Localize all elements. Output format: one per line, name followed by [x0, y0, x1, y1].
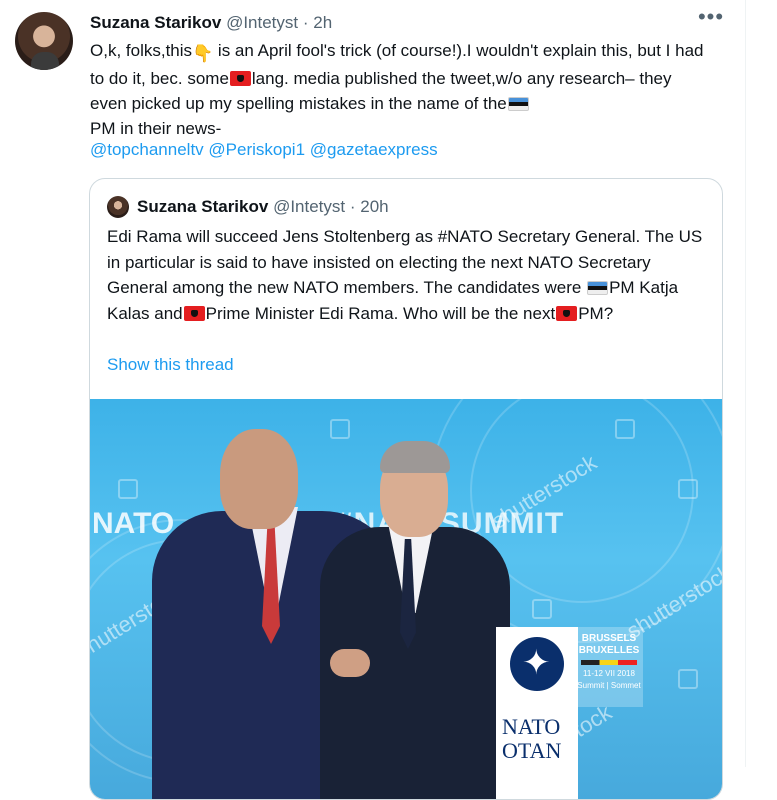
quoted-header: Suzana Starikov @Intetyst · 20h	[137, 195, 389, 219]
quoted-author-name: Suzana Starikov	[137, 197, 269, 216]
nato-sign-left: NATO	[92, 507, 175, 540]
albania-flag-icon	[229, 71, 251, 86]
pointing-down-emoji: 👇	[192, 44, 214, 63]
city-sign-line: Summit | Sommet	[577, 681, 641, 690]
city-sign-line: BRUSSELS	[581, 633, 637, 644]
mention-link[interactable]: @topchanneltv	[90, 140, 204, 159]
person-left-head	[220, 429, 298, 529]
person-right-hair	[380, 441, 450, 473]
belgium-flag-stripe	[581, 660, 637, 665]
tweet-text-part: O,k, folks,this	[90, 41, 193, 60]
city-sign-line: BRUXELLES	[578, 645, 640, 656]
tweet-photo[interactable]: NATO #NATOSUMMIT shutterstock shuttersto…	[90, 399, 722, 799]
watermark-icon	[678, 479, 698, 499]
separator-dot: ·	[302, 13, 309, 32]
tweet[interactable]: Suzana Starikov @Intetyst · 2h ••• O,k, …	[0, 0, 746, 800]
albania-flag-icon	[556, 305, 578, 321]
watermark-icon	[330, 419, 350, 439]
author-handle[interactable]: @Intetyst	[226, 13, 298, 32]
estonia-flag-icon	[507, 97, 529, 111]
estonia-flag-icon	[587, 281, 609, 295]
albania-flag-icon	[183, 305, 205, 321]
tweet-text: O,k, folks,this👇 is an April fool's tric…	[90, 38, 710, 141]
quoted-author-handle: @Intetyst	[273, 197, 346, 216]
more-icon[interactable]: •••	[696, 6, 726, 34]
avatar[interactable]	[15, 12, 73, 70]
city-sign-line: 11-12 VII 2018	[583, 669, 635, 678]
mention-link[interactable]: @gazetaexpress	[310, 140, 438, 159]
quoted-timestamp: 20h	[360, 197, 389, 216]
quoted-text: Edi Rama will succeed Jens Stoltenberg a…	[107, 224, 713, 326]
show-thread-link[interactable]: Show this thread	[107, 353, 234, 377]
nato-podium-sign: NATO OTAN	[496, 627, 578, 799]
nato-podium-label: NATO OTAN	[502, 714, 562, 763]
watermark-icon	[532, 599, 552, 619]
quoted-text-part: Prime Minister Edi Rama. Who will be the…	[205, 303, 556, 323]
tweet-header: Suzana Starikov @Intetyst · 2h	[90, 12, 332, 34]
quoted-avatar	[107, 196, 129, 218]
separator-dot: ·	[349, 197, 356, 216]
watermark-icon	[118, 479, 138, 499]
mentions: @topchanneltv @Periskopi1 @gazetaexpress	[90, 137, 438, 162]
brussels-summit-sign: BRUSSELS BRUXELLES 11-12 VII 2018 Summit…	[575, 627, 643, 707]
watermark-icon	[678, 669, 698, 689]
handshake	[330, 649, 370, 677]
author-name[interactable]: Suzana Starikov	[90, 13, 221, 32]
mention-link[interactable]: @Periskopi1	[208, 140, 305, 159]
quoted-tweet[interactable]: Suzana Starikov @Intetyst · 20h Edi Rama…	[89, 178, 723, 800]
tweet-timestamp[interactable]: 2h	[313, 13, 332, 32]
nato-star-icon	[510, 637, 564, 691]
quoted-text-part: PM?	[578, 303, 614, 323]
tweet-text-part: PM in their news-	[90, 119, 222, 138]
watermark-icon	[615, 419, 635, 439]
